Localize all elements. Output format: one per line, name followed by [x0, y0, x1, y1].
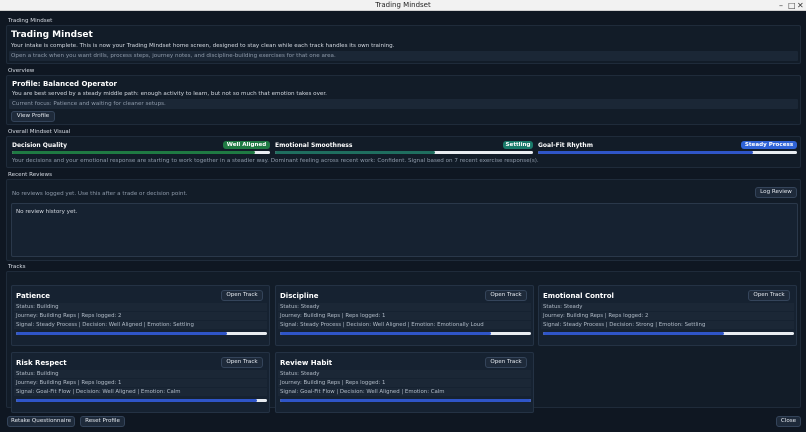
track-progress-bar — [16, 332, 267, 335]
track-signal-text: Signal: Steady Process | Decision: Well … — [14, 321, 267, 329]
window-titlebar: Trading Mindset – □ ✕ — [0, 0, 806, 11]
overview-group-label: Overview — [8, 68, 35, 74]
track-journey-text: Journey: Building Reps | Reps logged: 1 — [278, 312, 531, 320]
open-track-button[interactable]: Open Track — [221, 290, 263, 301]
profile-title: Profile: Balanced Operator — [12, 80, 117, 88]
track-journey-text: Journey: Building Reps | Reps logged: 2 — [541, 312, 794, 320]
track-signal-text: Signal: Goal-Fit Flow | Decision: Well A… — [14, 388, 267, 396]
track-card: Risk Respect Open Track Status: Building Jo… — [11, 352, 270, 413]
track-status-text: Status: Steady — [278, 370, 531, 378]
maximize-icon[interactable]: □ — [788, 0, 796, 11]
track-card: Patience Open Track Status: Building Journe… — [11, 285, 270, 346]
track-progress-fill — [16, 399, 257, 402]
metric-badge: Settling — [503, 141, 533, 149]
metric-progress-bar — [275, 151, 533, 154]
track-journey-text: Journey: Building Reps | Reps logged: 1 — [278, 379, 531, 387]
track-details: Status: Steady Journey: Building Reps | R… — [541, 303, 794, 330]
current-focus-text: Current focus: Patience and waiting for … — [12, 101, 166, 107]
track-journey-text: Journey: Building Reps | Reps logged: 2 — [14, 312, 267, 320]
track-status-text: Status: Building — [14, 370, 267, 378]
track-signal-text: Signal: Steady Process | Decision: Well … — [278, 321, 531, 329]
track-progress-fill — [543, 332, 724, 335]
track-title: Emotional Control — [543, 292, 614, 300]
close-button[interactable]: Close — [776, 416, 801, 427]
metric-badge: Well Aligned — [223, 141, 270, 149]
overview-panel: Profile: Balanced Operator You are best … — [6, 75, 801, 125]
window-title: Trading Mindset — [375, 1, 431, 9]
track-details: Status: Building Journey: Building Reps |… — [14, 303, 267, 330]
metric-badge: Steady Process — [741, 141, 797, 149]
reset-profile-button[interactable]: Reset Profile — [80, 416, 125, 427]
track-progress-bar — [543, 332, 794, 335]
home-intro-text: Your intake is complete. This is now you… — [11, 43, 395, 49]
metric-label: Emotional Smoothness — [275, 142, 353, 149]
track-signal-text: Signal: Goal-Fit Flow | Decision: Well A… — [278, 388, 531, 396]
track-card: Emotional Control Open Track Status: Stead… — [538, 285, 797, 346]
metric-label: Decision Quality — [12, 142, 68, 149]
reviews-group-label: Recent Reviews — [8, 172, 52, 178]
track-details: Status: Building Journey: Building Reps |… — [14, 370, 267, 397]
track-journey-text: Journey: Building Reps | Reps logged: 1 — [14, 379, 267, 387]
track-progress-bar — [16, 399, 267, 402]
track-progress-fill — [16, 332, 227, 335]
home-title: Trading Mindset — [11, 30, 93, 40]
home-group-label: Trading Mindset — [8, 18, 53, 24]
track-progress-fill — [280, 332, 491, 335]
track-status-text: Status: Steady — [541, 303, 794, 311]
track-title: Risk Respect — [16, 359, 67, 367]
view-profile-button[interactable]: View Profile — [11, 111, 55, 122]
track-details: Status: Steady Journey: Building Reps | R… — [278, 370, 531, 397]
track-status-text: Status: Building — [14, 303, 267, 311]
metric-progress-fill — [12, 151, 255, 154]
visual-group-label: Overall Mindset Visual — [8, 129, 71, 135]
review-history-text: No review history yet. — [16, 209, 78, 215]
review-history-box: No review history yet. — [11, 203, 798, 257]
track-progress-bar — [280, 399, 531, 402]
visual-summary-text: Your decisions and your emotional respon… — [12, 158, 539, 164]
track-card: Review Habit Open Track Status: Steady Jour… — [275, 352, 534, 413]
open-track-button[interactable]: Open Track — [221, 357, 263, 368]
tracks-group-label: Tracks — [8, 264, 26, 270]
reviews-note: No reviews logged yet. Use this after a … — [12, 191, 188, 197]
open-track-button[interactable]: Open Track — [748, 290, 790, 301]
metric-progress-fill — [275, 151, 435, 154]
open-track-button[interactable]: Open Track — [485, 357, 527, 368]
track-progress-fill — [280, 399, 531, 402]
track-progress-bar — [280, 332, 531, 335]
track-signal-text: Signal: Steady Process | Decision: Stron… — [541, 321, 794, 329]
metric-label: Goal-Fit Rhythm — [538, 142, 593, 149]
track-details: Status: Steady Journey: Building Reps | R… — [278, 303, 531, 330]
reviews-panel: No reviews logged yet. Use this after a … — [6, 179, 801, 261]
metric-progress-fill — [538, 151, 753, 154]
retake-questionnaire-button[interactable]: Retake Questionnaire — [7, 416, 75, 427]
minimize-icon[interactable]: – — [779, 0, 783, 11]
track-card: Discipline Open Track Status: Steady Journe… — [275, 285, 534, 346]
tracks-panel: Patience Open Track Status: Building Journe… — [6, 271, 801, 413]
track-status-text: Status: Steady — [278, 303, 531, 311]
metric-progress-bar — [12, 151, 270, 154]
visual-panel: Decision Quality Well Aligned Emotional Sm… — [6, 136, 801, 168]
metric-progress-bar — [538, 151, 797, 154]
home-hint-text: Open a track when you want drills, proce… — [11, 53, 336, 59]
log-review-button[interactable]: Log Review — [755, 187, 797, 198]
open-track-button[interactable]: Open Track — [485, 290, 527, 301]
close-icon[interactable]: ✕ — [797, 0, 804, 11]
home-panel: Trading Mindset Your intake is complete.… — [6, 25, 801, 64]
track-title: Discipline — [280, 292, 319, 300]
track-title: Patience — [16, 292, 51, 300]
track-title: Review Habit — [280, 359, 333, 367]
profile-description: You are best served by a steady middle p… — [12, 91, 327, 97]
